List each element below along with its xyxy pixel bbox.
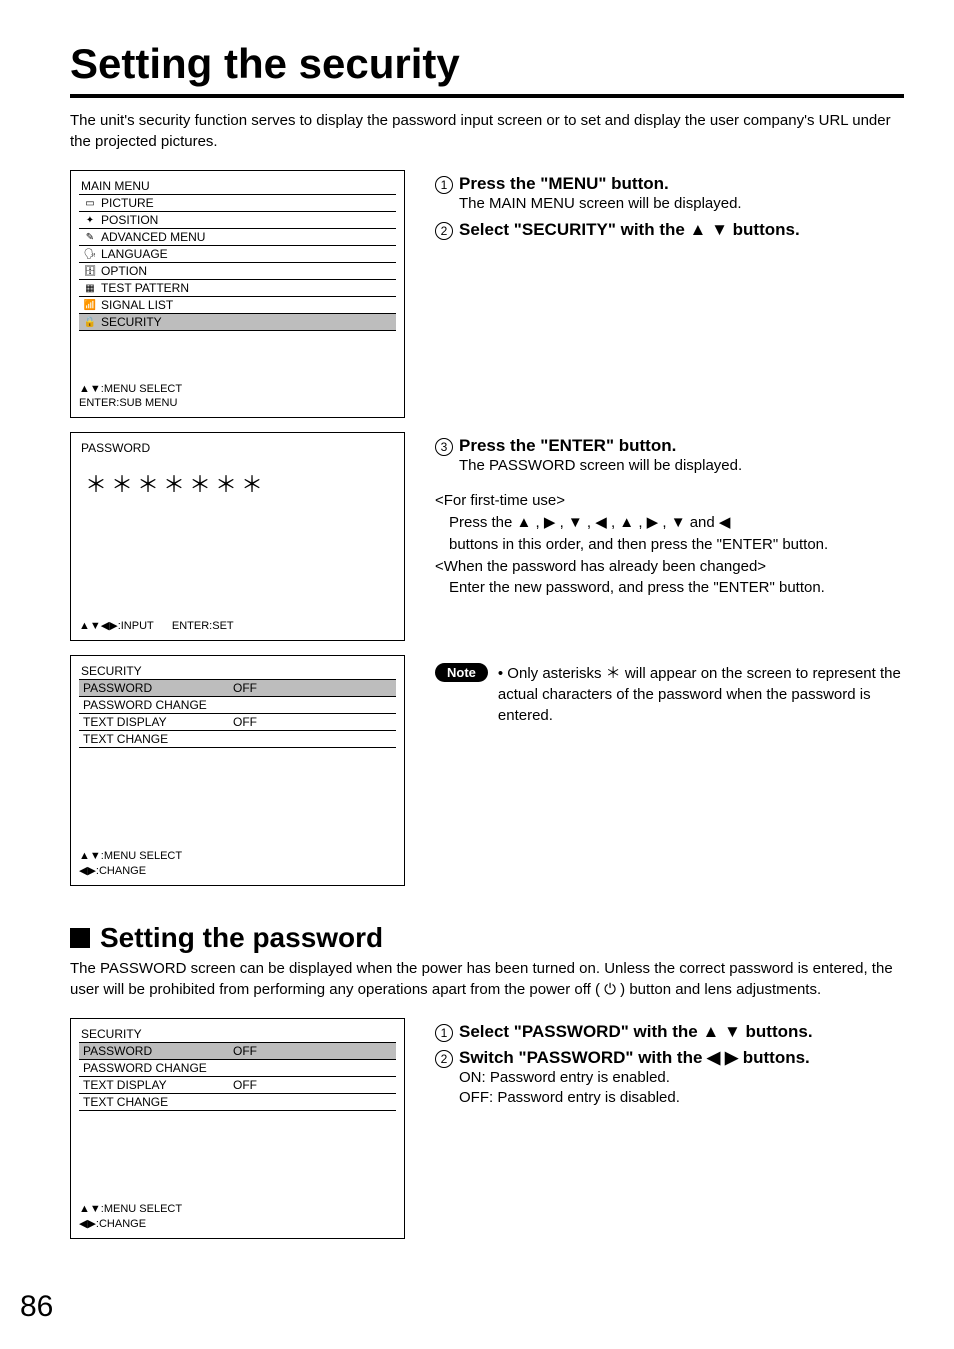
menu-item: 🗄 OPTION (79, 262, 396, 280)
security-row: PASSWORDOFF (79, 1042, 396, 1060)
row-label: TEXT DISPLAY (83, 715, 233, 729)
intro-text: The unit's security function serves to d… (70, 110, 904, 152)
step-number-icon: 1 (435, 176, 453, 194)
menu-item-label: ADVANCED MENU (101, 230, 205, 244)
first-use-body: buttons in this order, and then press th… (435, 534, 904, 556)
row-value: OFF (233, 1078, 257, 1092)
step-number-icon: 3 (435, 438, 453, 456)
step-heading: Select "SECURITY" with the ▲ ▼ buttons. (459, 220, 800, 240)
menu-hint: ▲▼:MENU SELECT (79, 381, 396, 395)
menu-item-label: PICTURE (101, 196, 154, 210)
step-number-icon: 2 (435, 1050, 453, 1068)
row-label: TEXT CHANGE (83, 732, 233, 746)
picture-icon: ▭ (83, 198, 97, 209)
panel-hint: ▲▼:MENU SELECT (79, 1201, 396, 1215)
main-menu-panel: MAIN MENU ▭ PICTURE ✦ POSITION ✎ ADVANCED M… (70, 170, 405, 418)
first-use-heading: <For first-time use> (435, 490, 904, 512)
step-body: The PASSWORD screen will be displayed. (459, 456, 904, 476)
row-label: TEXT CHANGE (83, 1095, 233, 1109)
row-label: TEXT DISPLAY (83, 1078, 233, 1092)
security-panel-title: SECURITY (79, 662, 396, 680)
first-use-body: Press the ▲ , ▶ , ▼ , ◀ , ▲ , ▶ , ▼ and … (435, 512, 904, 534)
security-panel: SECURITY PASSWORDOFF PASSWORD CHANGE TEX… (70, 1018, 405, 1239)
changed-body: Enter the new password, and press the "E… (435, 577, 904, 599)
subsection-intro: The PASSWORD screen can be displayed whe… (70, 958, 904, 1000)
row-value: OFF (233, 681, 257, 695)
menu-item: ▦ TEST PATTERN (79, 279, 396, 297)
step-body: ON: Password entry is enabled. (459, 1068, 904, 1088)
menu-item: ✦ POSITION (79, 211, 396, 229)
main-menu-title: MAIN MENU (79, 177, 396, 195)
menu-item: ▭ PICTURE (79, 194, 396, 212)
security-panel: SECURITY PASSWORDOFF PASSWORD CHANGE TEX… (70, 655, 405, 886)
menu-hint: ENTER:SUB MENU (79, 395, 396, 409)
menu-item-label: SECURITY (101, 315, 162, 329)
password-panel: PASSWORD ＊＊＊＊＊＊＊ ▲▼◀▶:INPUT ENTER:SET (70, 432, 405, 641)
step-number-icon: 1 (435, 1024, 453, 1042)
step-number-icon: 2 (435, 222, 453, 240)
step-heading: Press the "MENU" button. (459, 174, 669, 194)
menu-item: 📶 SIGNAL LIST (79, 296, 396, 314)
row-label: PASSWORD CHANGE (83, 698, 233, 712)
row-value: OFF (233, 1044, 257, 1058)
row-label: PASSWORD CHANGE (83, 1061, 233, 1075)
step-heading: Select "PASSWORD" with the ▲ ▼ buttons. (459, 1022, 813, 1042)
security-panel-title: SECURITY (79, 1025, 396, 1043)
password-panel-title: PASSWORD (79, 439, 396, 457)
subsection-title: Setting the password (100, 922, 383, 954)
security-row: TEXT CHANGE (79, 730, 396, 748)
menu-item-label: OPTION (101, 264, 147, 278)
section-bullet-icon (70, 928, 90, 948)
menu-item-label: POSITION (101, 213, 158, 227)
row-label: PASSWORD (83, 681, 233, 695)
page-number: 86 (20, 1290, 53, 1324)
security-row: TEXT DISPLAYOFF (79, 1076, 396, 1094)
security-row: TEXT DISPLAYOFF (79, 713, 396, 731)
page-title: Setting the security (70, 40, 904, 98)
option-icon: 🗄 (83, 266, 97, 277)
security-row: PASSWORD CHANGE (79, 1059, 396, 1077)
language-icon: 🗣 (83, 249, 97, 260)
security-row: TEXT CHANGE (79, 1093, 396, 1111)
security-icon: 🔒 (83, 317, 97, 328)
menu-item-label: SIGNAL LIST (101, 298, 173, 312)
changed-heading: <When the password has already been chan… (435, 556, 904, 578)
menu-item: 🗣 LANGUAGE (79, 245, 396, 263)
note-badge: Note (435, 663, 488, 682)
panel-hint: ▲▼◀▶:INPUT (79, 620, 154, 632)
panel-hint: ▲▼:MENU SELECT (79, 848, 396, 862)
menu-item-selected: 🔒 SECURITY (79, 313, 396, 331)
panel-hint: ◀▶:CHANGE (79, 1215, 396, 1230)
step-heading: Switch "PASSWORD" with the ◀ ▶ buttons. (459, 1048, 810, 1068)
test-pattern-icon: ▦ (83, 283, 97, 294)
row-label: PASSWORD (83, 1044, 233, 1058)
note-text: • Only asterisks ＊ will appear on the sc… (498, 663, 904, 726)
security-row: PASSWORD CHANGE (79, 696, 396, 714)
step-body: OFF: Password entry is disabled. (459, 1088, 904, 1108)
signal-list-icon: 📶 (83, 300, 97, 311)
menu-item: ✎ ADVANCED MENU (79, 228, 396, 246)
panel-hint: ◀▶:CHANGE (79, 862, 396, 877)
panel-hint: ENTER:SET (172, 620, 234, 632)
step-body: The MAIN MENU screen will be displayed. (459, 194, 904, 214)
position-icon: ✦ (83, 215, 97, 226)
row-value: OFF (233, 715, 257, 729)
password-stars: ＊＊＊＊＊＊＊ (79, 457, 396, 507)
menu-item-label: TEST PATTERN (101, 281, 189, 295)
advanced-icon: ✎ (83, 232, 97, 243)
step-heading: Press the "ENTER" button. (459, 436, 676, 456)
security-row: PASSWORDOFF (79, 679, 396, 697)
menu-item-label: LANGUAGE (101, 247, 168, 261)
